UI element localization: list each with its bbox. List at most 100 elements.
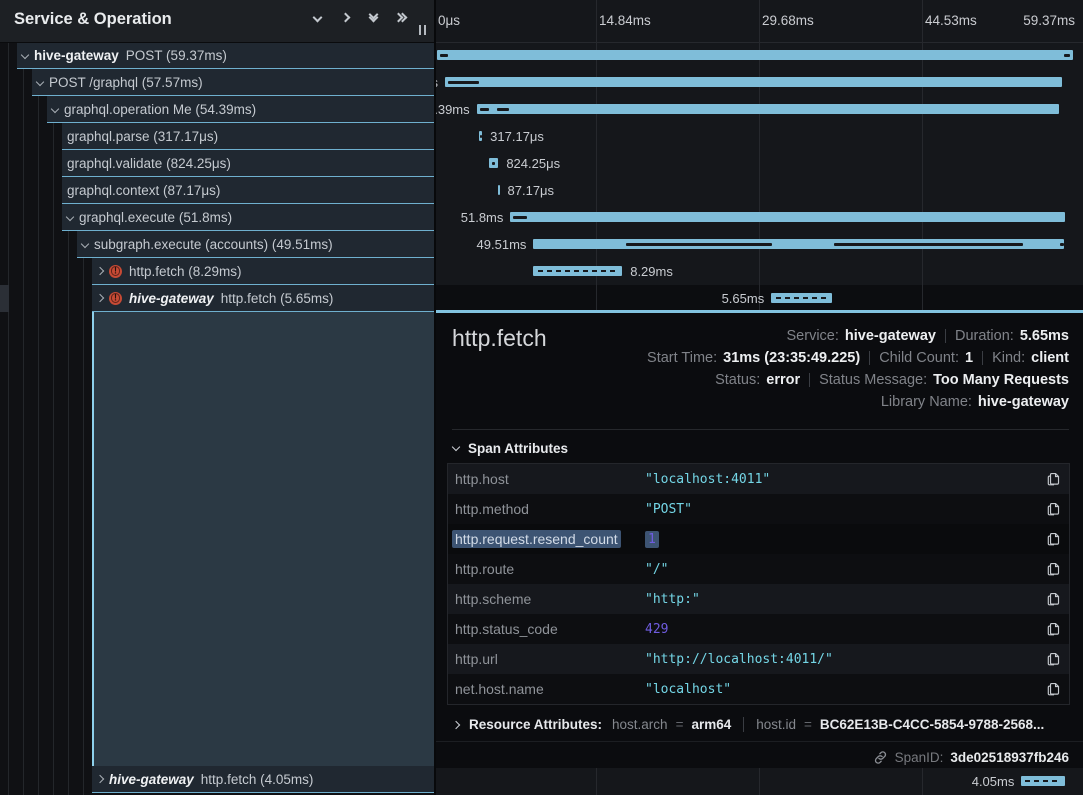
error-status-icon — [109, 265, 122, 278]
chevron-down-icon[interactable] — [66, 213, 74, 221]
span-duration-label: 8.29ms — [630, 258, 673, 285]
chevrons-right-icon[interactable] — [398, 14, 406, 21]
tree-row[interactable]: graphql.parse (317.17μs) — [62, 123, 434, 150]
span-bar[interactable] — [477, 104, 1060, 114]
selected-text: 1 — [645, 531, 659, 548]
meta-label: Duration: — [955, 328, 1014, 344]
chevrons-down-icon[interactable] — [370, 15, 377, 21]
span-attributes-table: http.host"localhost:4011"http.method"POS… — [447, 463, 1070, 705]
chevron-right-icon[interactable] — [96, 294, 104, 302]
copy-icon[interactable] — [1040, 622, 1066, 636]
chevron-down-icon — [452, 443, 460, 451]
span-duration-label: 317.17μs — [490, 123, 544, 150]
meta-item: Child Count:1 — [879, 350, 973, 366]
chevron-right-icon[interactable] — [342, 14, 349, 21]
attribute-value: "http:" — [645, 592, 1040, 607]
span-bar[interactable] — [510, 212, 1065, 222]
span-bar-detail — [538, 270, 618, 273]
attribute-row[interactable]: http.scheme"http:" — [448, 584, 1069, 614]
chevron-down-icon[interactable] — [81, 240, 89, 248]
meta-line: Status:errorStatus Message:Too Many Requ… — [715, 369, 1069, 391]
link-icon[interactable] — [873, 750, 888, 765]
attribute-row[interactable]: http.route"/" — [448, 554, 1069, 584]
span-label: http.fetch (5.65ms) — [221, 291, 334, 306]
indent-guide — [8, 42, 9, 795]
resource-attribute: host.arch=arm64 — [612, 717, 731, 732]
meta-item: Kind:client — [992, 350, 1069, 366]
divider — [436, 741, 1083, 742]
meta-value: hive-gateway — [978, 394, 1069, 410]
chevron-down-icon[interactable] — [314, 14, 321, 21]
resource-value: BC62E13B-C4CC-5854-9788-2568... — [820, 717, 1044, 732]
selected-span-expanded-area — [92, 312, 434, 766]
span-attributes-header[interactable]: Span Attributes — [453, 441, 568, 456]
tree-row[interactable]: subgraph.execute (accounts) (49.51ms) — [77, 231, 434, 258]
copy-icon[interactable] — [1040, 562, 1066, 576]
span-bar[interactable] — [445, 77, 1062, 87]
tree-row[interactable]: graphql.operation Me (54.39ms) — [47, 96, 434, 123]
attribute-row[interactable]: http.host"localhost:4011" — [448, 464, 1069, 494]
span-meta: Service:hive-gatewayDuration:5.65msStart… — [647, 325, 1069, 413]
span-bar[interactable] — [533, 239, 1063, 249]
equals-sign: = — [803, 717, 813, 732]
span-bar[interactable] — [533, 266, 622, 276]
span-bar-detail — [776, 297, 828, 300]
panel-title: Service & Operation — [14, 10, 172, 29]
chevron-down-icon[interactable] — [21, 51, 29, 59]
span-bar[interactable] — [1021, 776, 1064, 786]
attribute-row[interactable]: net.host.name"localhost" — [448, 674, 1069, 704]
divider — [945, 329, 946, 343]
meta-label: Library Name: — [881, 394, 972, 410]
tree-row[interactable]: graphql.context (87.17μs) — [62, 177, 434, 204]
axis-tick-label: 59.37ms — [1023, 13, 1075, 28]
attribute-row[interactable]: http.status_code429 — [448, 614, 1069, 644]
resource-attributes-row[interactable]: Resource Attributes: host.arch=arm64host… — [453, 717, 1044, 732]
panel-resize-handle[interactable] — [419, 25, 426, 35]
span-label: graphql.execute (51.8ms) — [79, 210, 232, 225]
chevron-right-icon[interactable] — [96, 267, 104, 275]
span-title: http.fetch — [452, 325, 547, 352]
span-bar-detail — [497, 108, 509, 111]
meta-item: Duration:5.65ms — [955, 328, 1069, 344]
span-duration-label: 54.39ms — [434, 96, 470, 123]
span-bar[interactable] — [489, 158, 498, 168]
meta-label: Status Message: — [819, 372, 927, 388]
copy-icon[interactable] — [1040, 682, 1066, 696]
span-bar-detail — [448, 81, 479, 84]
copy-icon[interactable] — [1040, 502, 1066, 516]
tree-row[interactable]: POST /graphql (57.57ms) — [32, 69, 434, 96]
chevron-right-icon[interactable] — [96, 775, 104, 783]
span-bar-detail — [626, 243, 773, 246]
chevron-down-icon[interactable] — [51, 105, 59, 113]
tree-row[interactable]: graphql.execute (51.8ms) — [62, 204, 434, 231]
meta-line: Start Time:31ms (23:35:49.225)Child Coun… — [647, 347, 1069, 369]
tree-row[interactable]: graphql.validate (824.25μs) — [62, 150, 434, 177]
chevron-down-icon[interactable] — [36, 78, 44, 86]
tree-panel-header: Service & Operation — [0, 0, 434, 43]
attribute-row[interactable]: http.request.resend_count1 — [448, 524, 1069, 554]
span-bar[interactable] — [771, 293, 832, 303]
copy-icon[interactable] — [1040, 472, 1066, 486]
span-bar[interactable] — [479, 131, 482, 141]
span-bar-detail — [480, 108, 489, 111]
tree-row[interactable]: http.fetch (8.29ms) — [92, 258, 434, 285]
span-bar[interactable] — [498, 185, 500, 195]
attribute-row[interactable]: http.url"http://localhost:4011/" — [448, 644, 1069, 674]
axis-tick-label: 14.84ms — [599, 13, 651, 28]
tree-row[interactable]: hive-gatewayhttp.fetch (4.05ms) — [92, 766, 434, 793]
span-duration-label: 5.65ms — [619, 285, 764, 312]
attribute-value: "http://localhost:4011/" — [645, 652, 1040, 667]
meta-value: error — [766, 372, 800, 388]
copy-icon[interactable] — [1040, 652, 1066, 666]
span-bar[interactable] — [437, 50, 1073, 60]
copy-icon[interactable] — [1040, 592, 1066, 606]
span-label: http.fetch (4.05ms) — [201, 772, 314, 787]
tree-row[interactable]: hive-gatewayPOST (59.37ms) — [17, 42, 434, 69]
meta-item: Status:error — [715, 372, 800, 388]
meta-value: client — [1031, 350, 1069, 366]
resource-key: host.id — [756, 717, 796, 732]
copy-icon[interactable] — [1040, 532, 1066, 546]
tree-row[interactable]: hive-gatewayhttp.fetch (5.65ms) — [92, 285, 434, 312]
attribute-row[interactable]: http.method"POST" — [448, 494, 1069, 524]
axis-tick-label: 29.68ms — [762, 13, 814, 28]
